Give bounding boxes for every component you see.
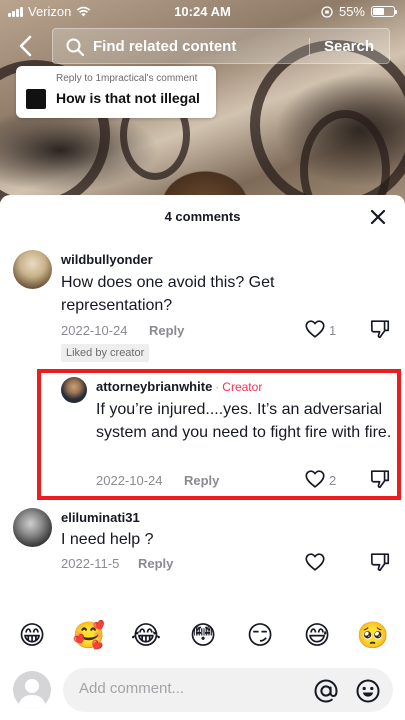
comment-composer [0,664,405,720]
search-button[interactable]: Search [316,38,382,55]
avatar [13,671,51,709]
like-count: 1 [329,323,337,338]
reply-button[interactable]: Reply [138,556,173,571]
highlight-annotation-box [37,369,401,500]
comment-text: How does one avoid this? Get representat… [61,274,275,314]
comment-username[interactable]: wildbullyonder [61,252,153,267]
chevron-left-icon [19,35,32,57]
emoji-quick-row: 😁 🥰 😂 😳 😏 😅 🥺 [0,619,405,655]
orientation-lock-icon [321,5,333,18]
close-icon[interactable] [366,205,390,229]
emoji-joy[interactable]: 😂 [129,619,163,653]
search-divider [309,38,310,56]
emoji-flushed[interactable]: 😳 [186,619,220,653]
search-input[interactable] [93,38,303,55]
emoji-pleading[interactable]: 🥺 [356,619,390,653]
emoji-grin[interactable]: 😁 [15,619,49,653]
reply-comment-sticker: Reply to 1mpractical's comment How is th… [16,66,216,118]
avatar[interactable] [13,250,52,289]
comment-input[interactable] [79,680,299,697]
comment-item: eliluminati31 I need help ? 2022-11-5 Re… [0,505,405,575]
comment-item: wildbullyonder How does one avoid this? … [0,246,405,364]
emoji-smirk[interactable]: 😏 [243,619,277,653]
search-bar[interactable]: Search [52,28,390,64]
avatar[interactable] [13,508,52,547]
status-bar: Verizon 10:24 AM 55% [0,0,405,24]
search-icon [66,38,85,57]
thumbs-down-icon[interactable] [369,318,391,340]
reply-button[interactable]: Reply [149,323,184,338]
battery-icon [371,6,397,17]
comments-count-title: 4 comments [164,209,241,224]
liked-by-creator-badge: Liked by creator [61,344,150,362]
emoji-sweat-smile[interactable]: 😅 [300,619,334,653]
comment-date: 2022-10-24 [61,323,128,338]
battery-percent: 55% [338,4,365,19]
comment-username[interactable]: eliluminati31 [61,510,140,525]
comment-text: I need help ? [61,531,154,548]
mention-at-icon[interactable] [313,678,339,704]
heart-icon[interactable] [304,551,326,573]
user-silhouette-icon [18,679,46,709]
emoji-smiling-hearts[interactable]: 🥰 [72,619,106,653]
heart-icon[interactable] [304,318,326,340]
thumbs-down-icon[interactable] [369,551,391,573]
reply-sticker-text: How is that not illegal [56,90,200,106]
back-button[interactable] [14,32,38,60]
reply-context: Reply to 1mpractical's comment [56,73,198,84]
emoji-picker-icon[interactable] [355,678,381,704]
avatar [26,89,46,109]
comment-date: 2022-11-5 [61,556,120,571]
comment-input-box[interactable] [63,668,393,712]
